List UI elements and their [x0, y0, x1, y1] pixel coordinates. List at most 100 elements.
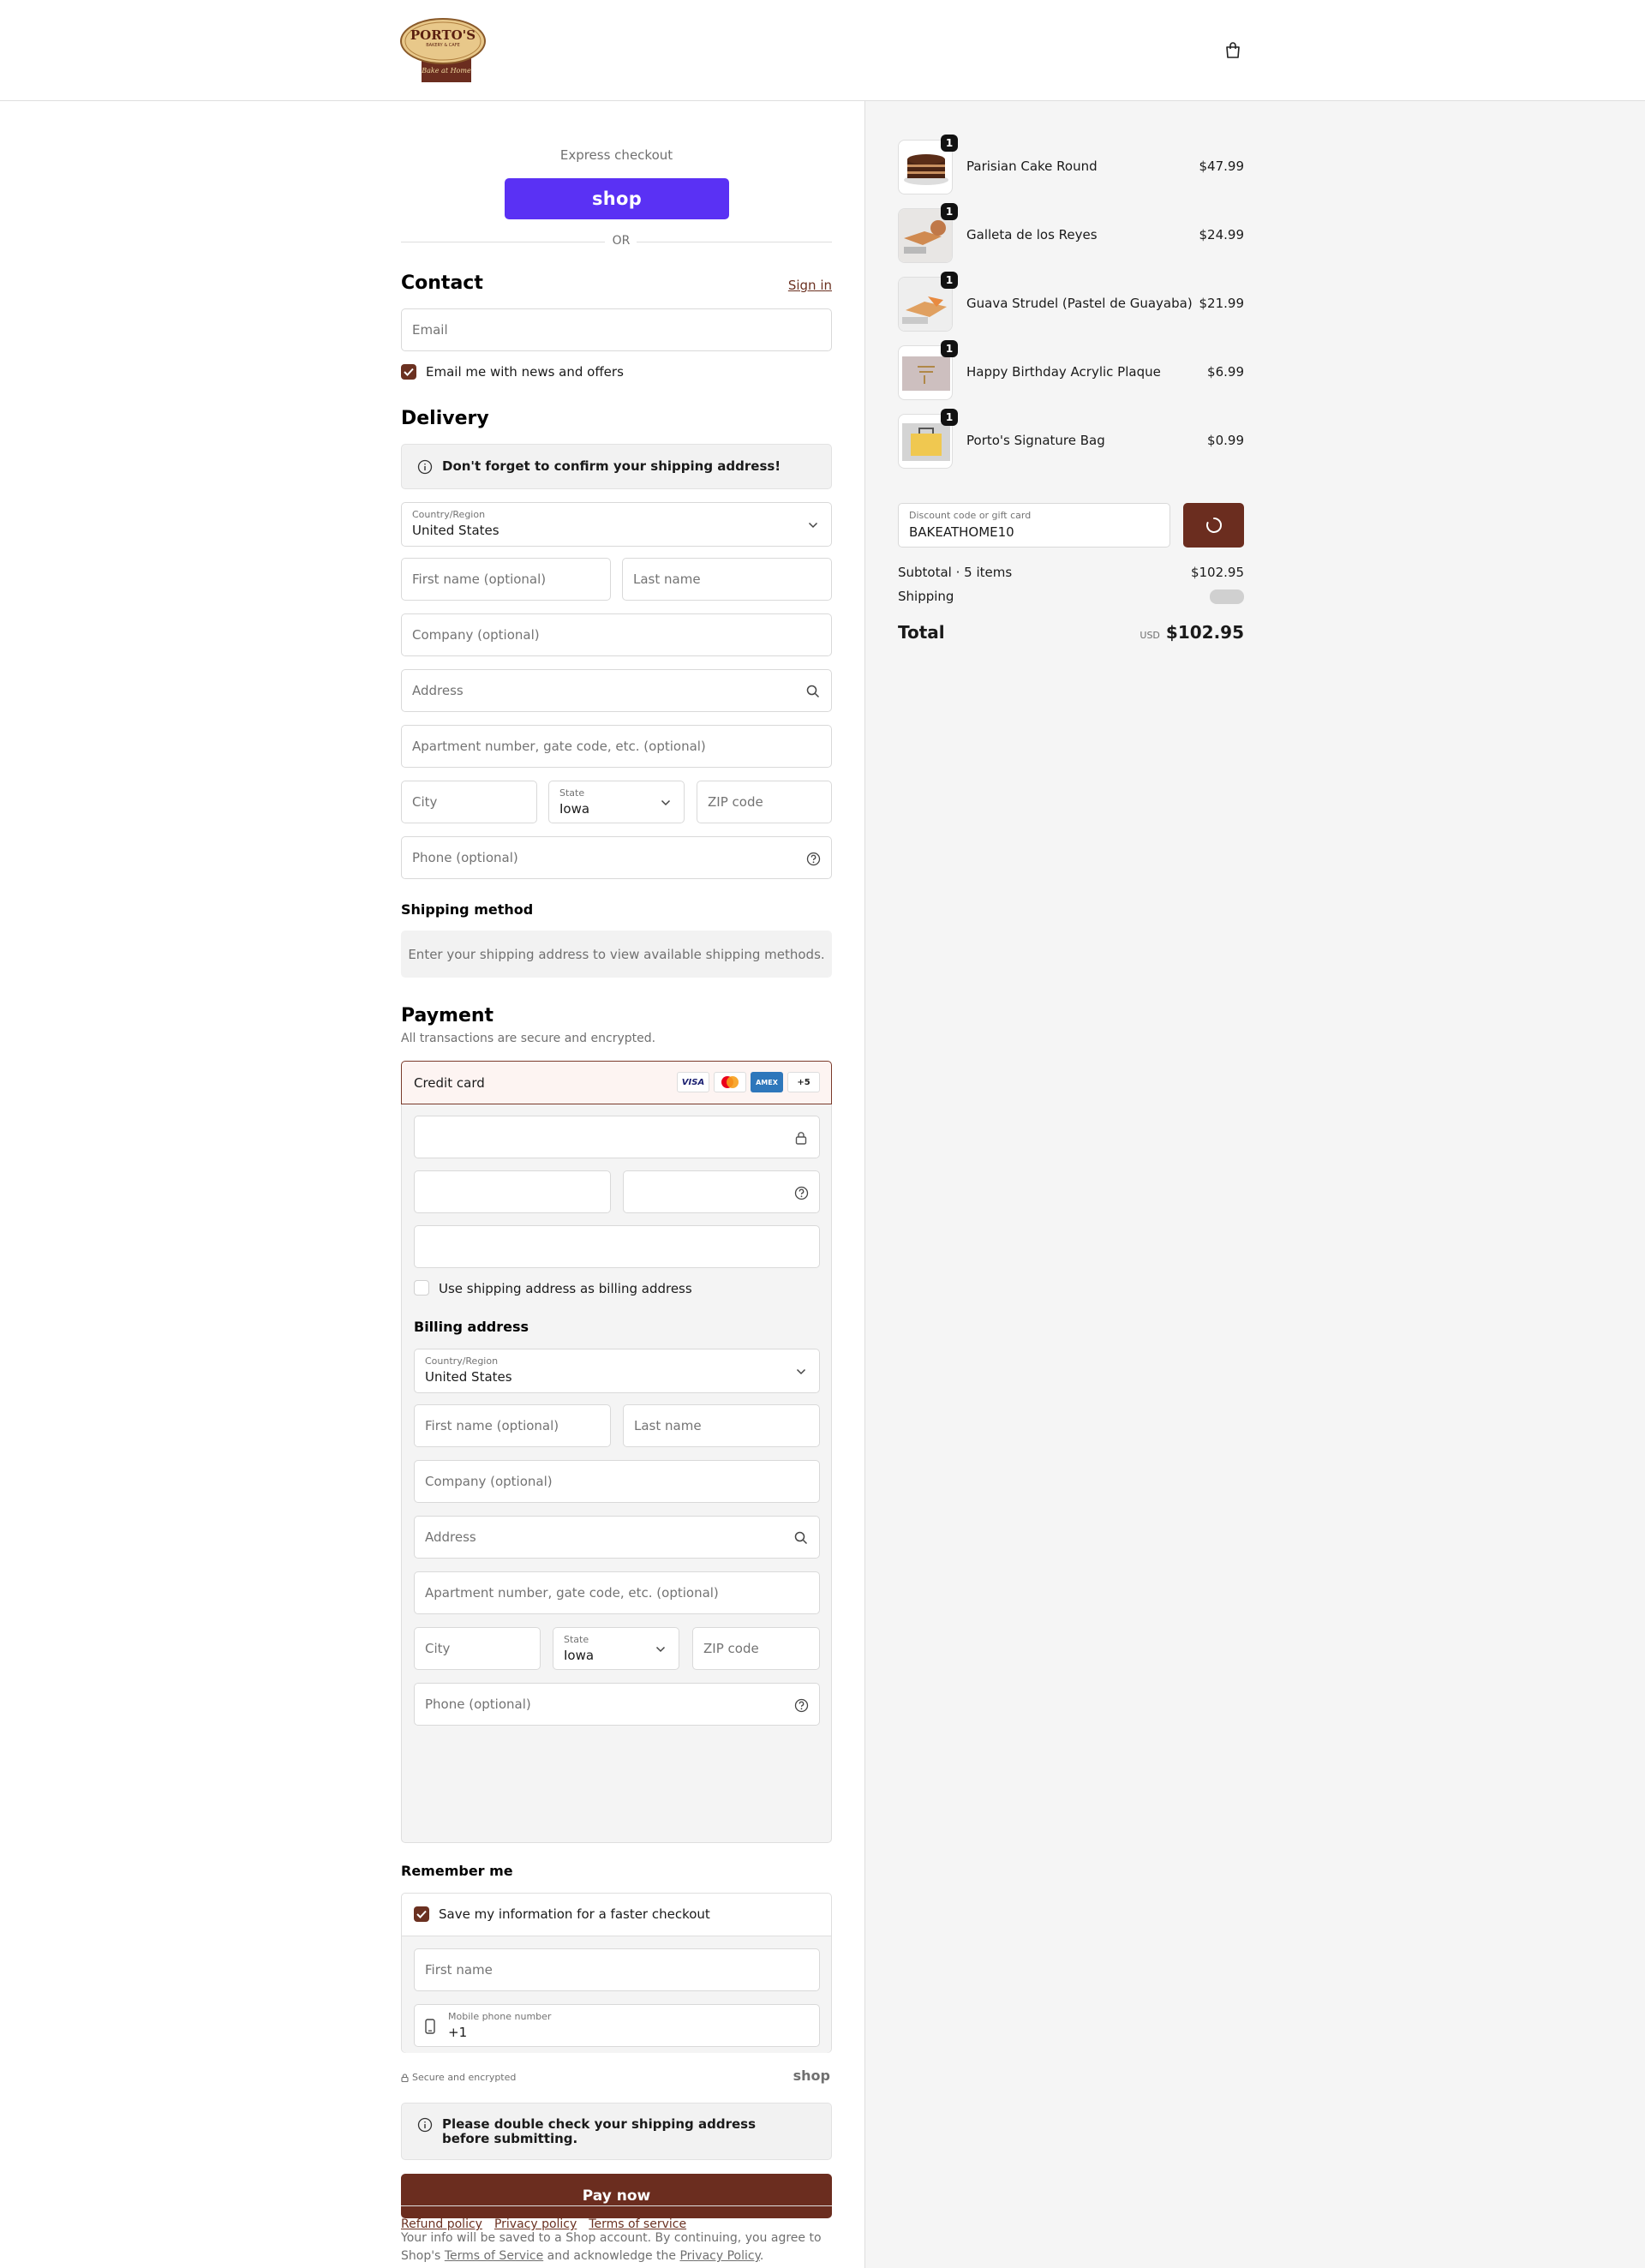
zip-field[interactable]: ZIP code [697, 781, 832, 823]
billing-address-heading: Billing address [414, 1319, 529, 1335]
remember-first-name-field[interactable]: First name [414, 1948, 820, 1991]
cart-item: 1 Happy Birthday Acrylic Plaque $6.99 [898, 340, 1244, 400]
refund-policy-link[interactable]: Refund policy [401, 2217, 482, 2231]
currency-code: USD [1140, 630, 1160, 641]
country-label: Country/Region [412, 509, 486, 520]
item-price: $6.99 [1207, 364, 1244, 380]
billing-zip-field[interactable]: ZIP code [692, 1627, 820, 1670]
billing-apartment-field[interactable]: Apartment number, gate code, etc. (optio… [414, 1571, 820, 1614]
billing-state-select[interactable]: State Iowa [553, 1627, 679, 1670]
apartment-field[interactable]: Apartment number, gate code, etc. (optio… [401, 725, 832, 768]
terms-of-service-link[interactable]: Terms of service [589, 2217, 686, 2231]
billing-zip-placeholder: ZIP code [703, 1641, 759, 1656]
lock-icon [401, 2073, 409, 2082]
expiration-field[interactable] [414, 1170, 611, 1213]
first-name-field[interactable]: First name (optional) [401, 558, 611, 601]
item-name: Porto's Signature Bag [966, 433, 1105, 448]
privacy-policy-link[interactable]: Privacy policy [494, 2217, 577, 2231]
subtotal-value: $102.95 [1190, 565, 1244, 580]
legal-middle: and acknowledge the [543, 2249, 680, 2263]
shipping-label: Shipping [898, 589, 954, 604]
sign-in-link[interactable]: Sign in [788, 278, 832, 293]
company-field[interactable]: Company (optional) [401, 613, 832, 656]
phone-placeholder: Phone (optional) [412, 850, 518, 865]
security-code-field[interactable] [623, 1170, 820, 1213]
billing-first-name-field[interactable]: First name (optional) [414, 1404, 611, 1447]
contact-heading: Contact [401, 272, 483, 294]
country-select[interactable]: Country/Region United States [401, 502, 832, 547]
shop-privacy-link[interactable]: Privacy Policy [679, 2249, 759, 2263]
search-icon [793, 1530, 809, 1546]
country-value: United States [412, 523, 499, 538]
shipping-method-heading: Shipping method [401, 901, 534, 918]
item-price: $47.99 [1199, 159, 1245, 174]
amex-icon: AMEX [751, 1072, 783, 1092]
use-shipping-checkbox[interactable] [414, 1280, 429, 1296]
help-icon[interactable] [793, 1697, 809, 1713]
state-select[interactable]: State Iowa [548, 781, 685, 823]
billing-last-name-placeholder: Last name [634, 1418, 702, 1433]
billing-company-field[interactable]: Company (optional) [414, 1460, 820, 1503]
cart-bag-button[interactable] [1222, 39, 1244, 62]
shop-pay-button[interactable]: shop [505, 178, 729, 219]
remember-me-fields: First name Mobile phone number +1 [402, 1936, 831, 2053]
state-value: Iowa [559, 801, 590, 817]
info-icon [417, 459, 433, 475]
billing-city-field[interactable]: City [414, 1627, 541, 1670]
address-placeholder: Address [412, 683, 464, 698]
portos-logo[interactable]: PORTO'S BAKERY & CAFE Bake at Home [399, 17, 487, 84]
logo-sub: BAKERY & CAFE [426, 43, 460, 48]
lock-icon [793, 1130, 809, 1146]
billing-country-select[interactable]: Country/Region United States [414, 1349, 820, 1393]
billing-company-placeholder: Company (optional) [425, 1474, 553, 1489]
item-price: $21.99 [1199, 296, 1245, 311]
item-name: Parisian Cake Round [966, 159, 1098, 174]
apply-discount-button[interactable] [1183, 503, 1244, 548]
billing-address-field[interactable]: Address [414, 1516, 820, 1559]
billing-apartment-placeholder: Apartment number, gate code, etc. (optio… [425, 1585, 719, 1601]
credit-card-label: Credit card [414, 1075, 485, 1091]
mobile-label: Mobile phone number [448, 2011, 552, 2022]
shop-tos-link[interactable]: Terms of Service [445, 2249, 543, 2263]
chevron-down-icon [658, 795, 673, 811]
chevron-down-icon [793, 1364, 809, 1379]
mastercard-icon [714, 1072, 746, 1092]
billing-state-value: Iowa [564, 1648, 595, 1663]
email-field[interactable]: Email [401, 308, 832, 351]
payment-heading: Payment [401, 1005, 494, 1026]
cart-item: 1 Galleta de los Reyes $24.99 [898, 203, 1244, 263]
billing-phone-field[interactable]: Phone (optional) [414, 1683, 820, 1726]
shipping-method-empty: Enter your shipping address to view avai… [401, 931, 832, 978]
save-info-checkbox[interactable] [414, 1906, 429, 1922]
info-icon [417, 2117, 433, 2133]
email-placeholder: Email [412, 322, 448, 338]
footer-links: Refund policy Privacy policy Terms of se… [401, 2217, 686, 2231]
chevron-down-icon [805, 518, 821, 533]
billing-last-name-field[interactable]: Last name [623, 1404, 820, 1447]
name-on-card-field[interactable] [414, 1225, 820, 1268]
shopping-bag-icon [1226, 42, 1240, 58]
notice-text: Don't forget to confirm your shipping ad… [442, 458, 781, 474]
pay-now-button[interactable]: Pay now [401, 2174, 832, 2218]
credit-card-form: Use shipping address as billing address … [401, 1104, 832, 1843]
address-field[interactable]: Address [401, 669, 832, 712]
news-checkbox[interactable] [401, 364, 416, 380]
card-number-field[interactable] [414, 1116, 820, 1158]
remember-me-box: Save my information for a faster checkou… [401, 1893, 832, 2053]
mobile-value: +1 [448, 2025, 468, 2040]
last-name-field[interactable]: Last name [622, 558, 832, 601]
cart-item: 1 Parisian Cake Round $47.99 [898, 135, 1245, 194]
discount-code-field[interactable]: Discount code or gift card BAKEATHOME10 [898, 503, 1170, 548]
phone-field[interactable]: Phone (optional) [401, 836, 832, 879]
secure-text: Secure and encrypted [412, 2072, 517, 2083]
quantity-badge: 1 [941, 135, 958, 152]
billing-first-name-placeholder: First name (optional) [425, 1418, 559, 1433]
mobile-phone-field[interactable]: Mobile phone number +1 [414, 2004, 820, 2047]
credit-card-option[interactable]: Credit card VISA AMEX +5 [401, 1061, 832, 1104]
city-placeholder: City [412, 794, 438, 810]
city-field[interactable]: City [401, 781, 537, 823]
chevron-down-icon [653, 1642, 668, 1657]
header: PORTO'S BAKERY & CAFE Bake at Home [0, 0, 1645, 101]
help-icon[interactable] [805, 851, 821, 866]
help-icon[interactable] [793, 1185, 809, 1200]
